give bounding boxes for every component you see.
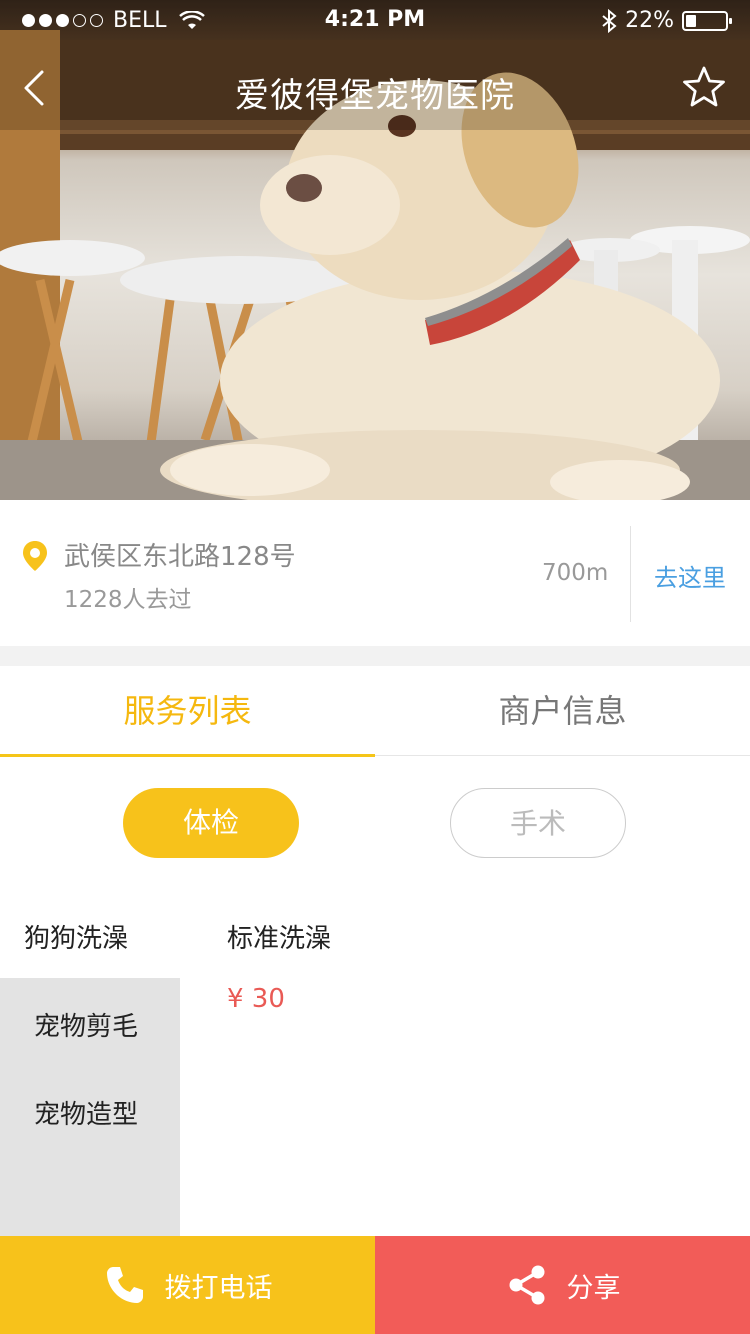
status-bar: BELL 4:21 PM 22% xyxy=(0,0,750,40)
status-right: 22% xyxy=(601,8,732,33)
address-line: 武侯区东北路128号 xyxy=(64,542,296,572)
section-gap xyxy=(0,646,750,666)
filter-checkup-button[interactable]: 体检 xyxy=(123,788,299,858)
navigate-here-button[interactable]: 去这里 xyxy=(654,558,726,593)
tab-merchant-info[interactable]: 商户信息 xyxy=(375,666,750,756)
share-button-label: 分享 xyxy=(566,1272,621,1304)
address-card: 武侯区东北路128号 1228人去过 700m 去这里 xyxy=(0,500,750,646)
visitor-count: 1228人去过 xyxy=(64,587,192,613)
tab-service-list[interactable]: 服务列表 xyxy=(0,666,375,757)
bluetooth-icon xyxy=(602,8,617,33)
divider xyxy=(630,526,631,622)
battery-percent: 22% xyxy=(625,8,674,33)
share-button[interactable]: 分享 xyxy=(375,1236,750,1334)
navigation-bar: 爱彼得堡宠物医院 xyxy=(0,56,750,120)
hero-photo: BELL 4:21 PM 22% 爱彼得堡宠物医院 xyxy=(0,0,750,500)
service-name[interactable]: 标准洗澡 xyxy=(227,918,331,955)
battery-icon xyxy=(682,10,732,31)
tab-bar: 服务列表 商户信息 xyxy=(0,666,750,757)
category-item-pet-styling[interactable]: 宠物造型 xyxy=(34,1094,138,1131)
share-icon xyxy=(509,1265,544,1305)
distance-label: 700m xyxy=(542,560,609,586)
call-button[interactable]: 拨打电话 xyxy=(0,1236,375,1334)
page-title: 爱彼得堡宠物医院 xyxy=(235,76,515,116)
location-pin-icon xyxy=(23,541,47,571)
bottom-action-bar: 拨打电话 分享 xyxy=(0,1236,750,1334)
call-button-label: 拨打电话 xyxy=(164,1272,273,1304)
filter-surgery-button[interactable]: 手术 xyxy=(450,788,626,858)
star-outline-icon[interactable] xyxy=(680,64,728,112)
category-item-dog-bath[interactable]: 狗狗洗澡 xyxy=(24,918,128,955)
category-item-pet-grooming[interactable]: 宠物剪毛 xyxy=(34,1006,138,1043)
phone-icon xyxy=(106,1267,143,1303)
service-price: ¥ 30 xyxy=(227,984,285,1014)
